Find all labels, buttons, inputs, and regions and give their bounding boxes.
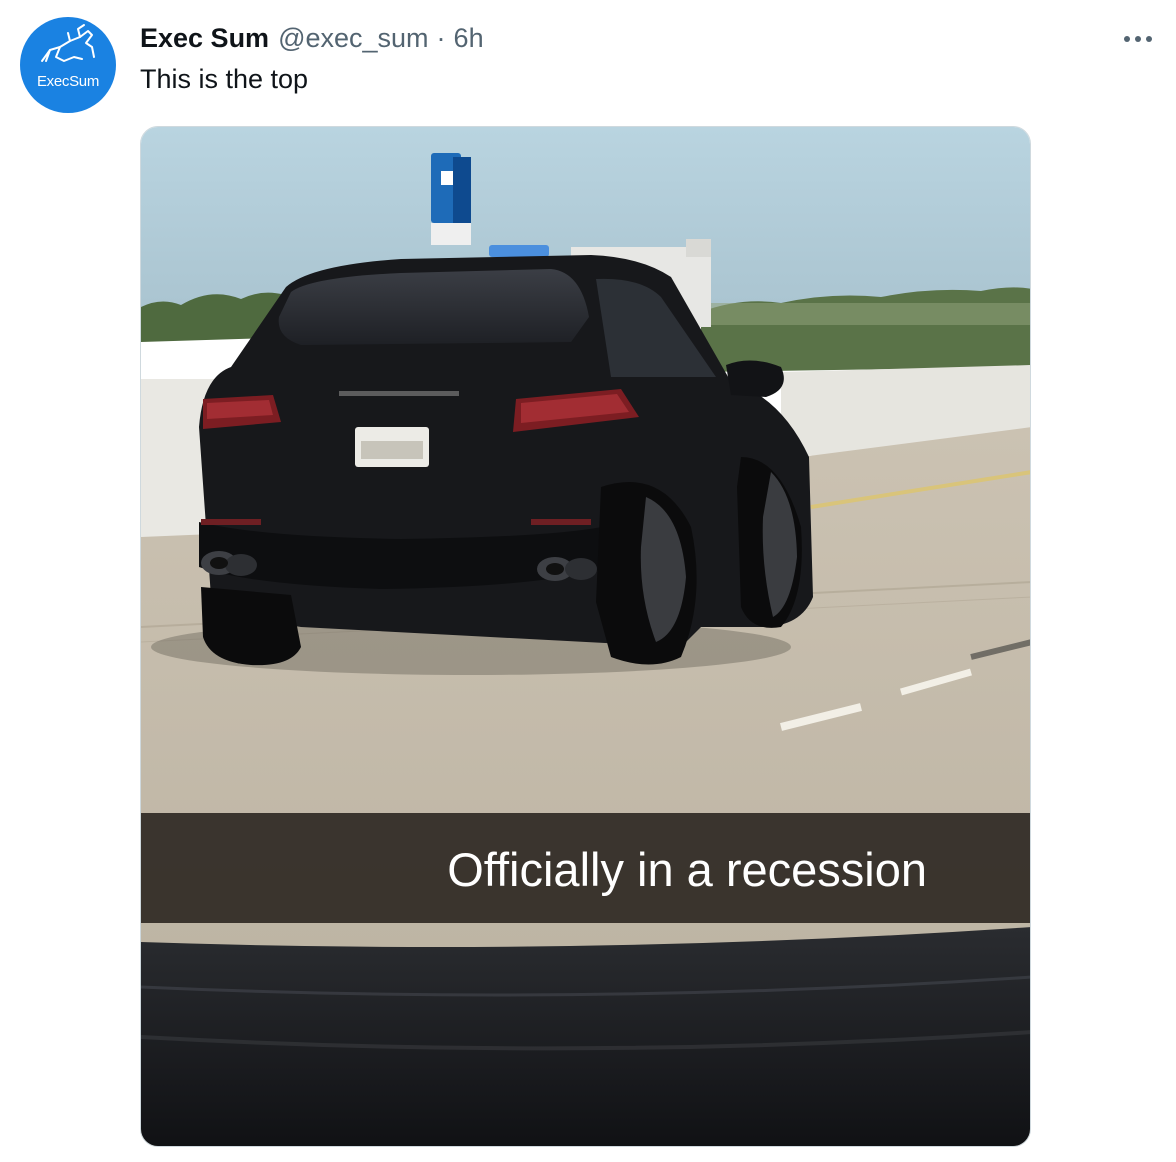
tweet[interactable]: ExecSum Exec Sum @exec_sum · 6h This is …: [0, 0, 1176, 1162]
tweet-header: Exec Sum @exec_sum · 6h: [140, 20, 484, 56]
more-options-icon[interactable]: [1122, 26, 1154, 52]
avatar-logo-text: ExecSum: [36, 73, 100, 90]
bull-logo-icon: [41, 24, 95, 62]
user-handle[interactable]: @exec_sum: [278, 23, 428, 54]
avatar[interactable]: ExecSum: [20, 17, 116, 113]
separator-dot: ·: [436, 22, 446, 53]
tweet-text: This is the top: [140, 64, 309, 94]
image-caption: Officially in a recession: [447, 843, 927, 896]
photo: [141, 127, 1030, 1146]
timestamp[interactable]: 6h: [454, 23, 484, 54]
display-name[interactable]: Exec Sum: [140, 23, 269, 54]
tweet-media-image[interactable]: Officially in a recession: [140, 126, 1031, 1147]
